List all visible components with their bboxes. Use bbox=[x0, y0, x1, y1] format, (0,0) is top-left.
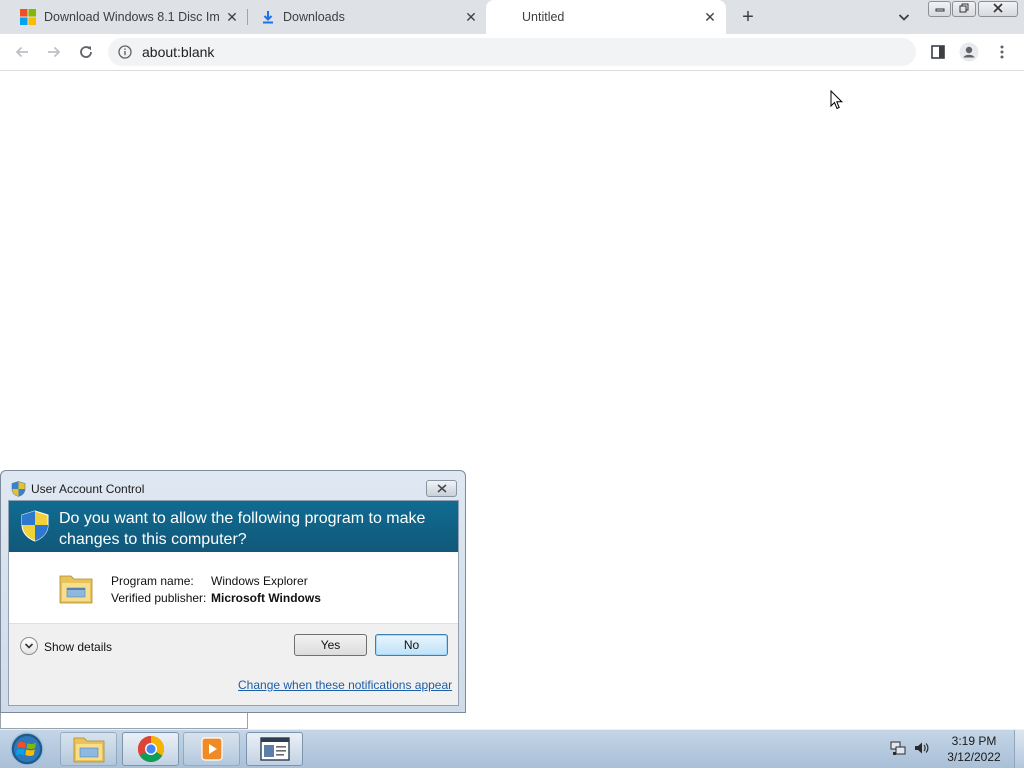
download-icon bbox=[263, 11, 273, 24]
new-tab-button[interactable]: + bbox=[737, 6, 759, 28]
back-icon bbox=[15, 46, 28, 58]
media-player-icon bbox=[200, 737, 223, 761]
network-icon[interactable] bbox=[890, 740, 906, 756]
tab-untitled[interactable]: Untitled ✕ bbox=[486, 0, 726, 34]
back-button[interactable] bbox=[12, 42, 32, 62]
clock-date: 3/12/2022 bbox=[947, 750, 1001, 764]
restore-icon bbox=[959, 3, 969, 13]
clock-time: 3:19 PM bbox=[951, 734, 997, 748]
show-details-label[interactable]: Show details bbox=[44, 640, 112, 654]
restore-button[interactable] bbox=[952, 1, 976, 17]
uac-title: User Account Control bbox=[31, 482, 145, 496]
taskbar: 3:19 PM 3/12/2022 bbox=[0, 729, 1024, 768]
forward-icon bbox=[48, 46, 61, 58]
uac-shield-icon bbox=[21, 510, 49, 542]
tab-title: Download Windows 8.1 Disc Ima bbox=[44, 10, 219, 24]
show-details-button[interactable] bbox=[20, 637, 38, 655]
taskbar-media-player[interactable] bbox=[183, 732, 240, 766]
program-window-icon bbox=[259, 737, 290, 761]
tab-title: Untitled bbox=[522, 10, 565, 24]
side-panel-button[interactable] bbox=[928, 42, 948, 62]
uac-shield-small-icon bbox=[11, 481, 26, 497]
tab-title: Downloads bbox=[283, 10, 345, 24]
mouse-cursor-icon bbox=[830, 90, 844, 110]
minimize-icon bbox=[935, 8, 944, 12]
tab-windows-download[interactable]: Download Windows 8.1 Disc Ima ✕ bbox=[0, 0, 245, 34]
close-tab-icon[interactable]: ✕ bbox=[702, 9, 718, 25]
tab-search-chevron-icon[interactable] bbox=[896, 9, 912, 25]
side-panel-icon bbox=[931, 45, 945, 59]
taskbar-windows-explorer[interactable] bbox=[60, 732, 117, 766]
taskbar-google-chrome[interactable] bbox=[122, 732, 179, 766]
profile-button[interactable] bbox=[959, 42, 979, 62]
uac-banner: Do you want to allow the following progr… bbox=[9, 501, 458, 552]
menu-button[interactable] bbox=[992, 42, 1012, 62]
windows-start-orb-icon bbox=[10, 732, 44, 766]
reload-button[interactable] bbox=[76, 42, 96, 62]
program-name-label: Program name: bbox=[111, 574, 194, 588]
address-text[interactable]: about:blank bbox=[142, 44, 214, 60]
publisher-value: Microsoft Windows bbox=[211, 591, 321, 605]
start-button[interactable] bbox=[5, 731, 49, 767]
volume-icon[interactable] bbox=[914, 740, 930, 756]
close-tab-icon[interactable]: ✕ bbox=[224, 9, 240, 25]
windows-logo-icon bbox=[20, 9, 36, 25]
profile-icon bbox=[959, 42, 979, 62]
no-button[interactable]: No bbox=[375, 634, 448, 656]
background-window-edge bbox=[0, 712, 248, 729]
close-window-button[interactable] bbox=[978, 1, 1018, 17]
change-notifications-link[interactable]: Change when these notifications appear bbox=[238, 678, 452, 692]
close-icon bbox=[436, 484, 447, 493]
chevron-down-icon bbox=[24, 643, 34, 649]
chrome-icon bbox=[137, 735, 164, 763]
publisher-label: Verified publisher: bbox=[111, 591, 207, 605]
close-tab-icon[interactable]: ✕ bbox=[463, 9, 479, 25]
uac-dialog: User Account Control Do you want to allo… bbox=[0, 470, 466, 713]
show-desktop-button[interactable] bbox=[1014, 730, 1024, 768]
windows-explorer-folder-icon bbox=[59, 575, 93, 604]
uac-question: Do you want to allow the following progr… bbox=[59, 510, 426, 548]
reload-icon bbox=[80, 46, 92, 58]
folder-icon bbox=[73, 737, 104, 763]
uac-close-button[interactable] bbox=[426, 480, 457, 497]
address-bar[interactable] bbox=[108, 38, 916, 66]
tab-strip: Download Windows 8.1 Disc Ima ✕ Download… bbox=[0, 0, 1024, 34]
menu-icon bbox=[1000, 45, 1004, 59]
forward-button[interactable] bbox=[44, 42, 64, 62]
info-icon[interactable] bbox=[118, 45, 132, 59]
uac-footer: Show details Yes No Change when these no… bbox=[9, 623, 458, 705]
close-icon bbox=[993, 3, 1003, 13]
uac-program-info: Program name: Windows Explorer Verified … bbox=[9, 552, 458, 623]
program-name-value: Windows Explorer bbox=[211, 574, 308, 588]
system-clock[interactable]: 3:19 PM 3/12/2022 bbox=[936, 733, 1012, 765]
tab-downloads[interactable]: Downloads ✕ bbox=[248, 0, 486, 34]
yes-button[interactable]: Yes bbox=[294, 634, 367, 656]
uac-titlebar: User Account Control bbox=[1, 471, 465, 501]
minimize-button[interactable] bbox=[928, 1, 951, 17]
taskbar-uac-program[interactable] bbox=[246, 732, 303, 766]
uac-content: Do you want to allow the following progr… bbox=[8, 500, 459, 706]
